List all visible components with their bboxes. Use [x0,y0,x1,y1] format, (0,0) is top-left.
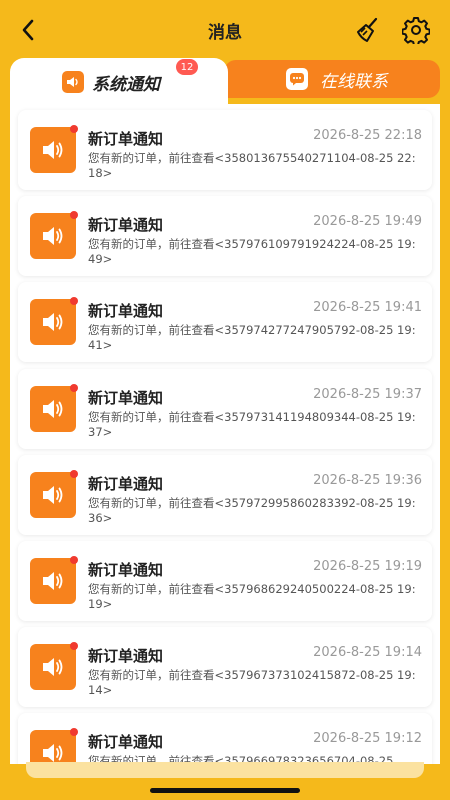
notification-time: 2026-8-25 19:37 [313,386,422,402]
notification-title: 新订单通知 [88,216,164,235]
notification-title: 新订单通知 [88,474,164,493]
notification-card[interactable]: 新订单通知 2026-8-25 19:37 您有新的订单，前往查看<35797314… [18,368,432,449]
notification-title: 新订单通知 [88,388,164,407]
speaker-icon [30,297,78,346]
notification-time: 2026-8-25 19:12 [313,731,422,747]
tab-system-notice-label: 系统通知 [92,74,160,95]
notification-time: 2026-8-25 19:49 [313,214,422,230]
broom-icon [357,17,378,42]
unread-dot [70,556,78,564]
unread-count-badge: 12 [176,59,198,75]
notification-text: 您有新的订单，前往查看<357974277247905792-08-25 19:… [88,323,416,353]
unread-dot [70,211,78,220]
notification-panel: 新订单通知 2026-8-25 22:18 您有新的订单，前往查看<35801367… [10,104,440,764]
notification-card[interactable]: 新订单通知 2026-8-25 19:14 您有新的订单，前往查看<35796737… [18,627,432,708]
speaker-icon [30,642,78,691]
notification-card[interactable]: 新订单通知 2026-8-25 19:12 您有新的订单，前往查看<35796697… [18,713,432,764]
notification-title: 新订单通知 [88,561,164,579]
clear-messages-button[interactable] [354,16,382,44]
notification-time: 2026-8-25 22:18 [313,128,422,143]
notification-text: 您有新的订单，前往查看<358013675540271104-08-25 22:… [88,151,416,180]
notification-time: 2026-8-25 19:36 [313,472,422,488]
notification-time: 2026-8-25 19:19 [313,559,422,574]
speaker-icon [30,211,78,260]
speaker-icon [30,556,78,604]
top-bar: 消息 [0,0,450,58]
tab-online-contact-label: 在线联系 [320,71,388,92]
home-indicator [150,788,300,793]
unread-dot [70,383,78,392]
notification-card[interactable]: 新订单通知 2026-8-25 19:41 您有新的订单，前往查看<35797427… [18,282,432,363]
tab-system-notice[interactable]: 系统通知 12 [10,58,228,106]
speaker-icon [30,469,78,518]
unread-dot [70,125,78,133]
page-title: 消息 [208,23,242,43]
notification-time: 2026-8-25 19:41 [313,300,422,316]
notification-title: 新订单通知 [88,302,164,321]
chat-bubble-icon [286,68,308,90]
unread-dot [70,728,78,737]
notification-text: 您有新的订单，前往查看<357976109791924224-08-25 19:… [88,237,416,267]
settings-button[interactable] [401,16,431,47]
notification-text: 您有新的订单，前往查看<357973141194809344-08-25 19:… [88,409,416,439]
speaker-icon [62,71,84,93]
notification-card[interactable]: 新订单通知 2026-8-25 19:19 您有新的订单，前往查看<35796862… [18,541,432,621]
notification-time: 2026-8-25 19:14 [313,645,422,661]
notification-text: 您有新的订单，前往查看<357967373102415872-08-25 19:… [88,668,416,698]
notification-text: 您有新的订单，前往查看<357968629240500224-08-25 19:… [88,582,416,611]
gear-icon [401,17,431,47]
speaker-icon [30,125,78,173]
notification-card[interactable]: 新订单通知 2026-8-25 19:36 您有新的订单，前往查看<35797299… [18,454,432,535]
tab-online-contact[interactable]: 在线联系 [224,60,440,98]
notification-title: 新订单通知 [88,647,164,666]
message-tabs: 在线联系 系统通知 12 [10,58,440,106]
notification-title: 新订单通知 [88,130,164,148]
notification-card[interactable]: 新订单通知 2026-8-25 19:49 您有新的订单，前往查看<35797610… [18,196,432,277]
panel-footer-edge [26,762,424,778]
unread-dot [70,469,78,478]
speaker-icon [30,383,78,432]
speaker-icon [30,728,78,764]
unread-dot [70,297,78,306]
notification-text: 您有新的订单，前往查看<357972995860283392-08-25 19:… [88,495,416,525]
notification-card[interactable]: 新订单通知 2026-8-25 22:18 您有新的订单，前往查看<35801367… [18,110,432,190]
unread-dot [70,642,78,651]
notification-title: 新订单通知 [88,733,164,752]
